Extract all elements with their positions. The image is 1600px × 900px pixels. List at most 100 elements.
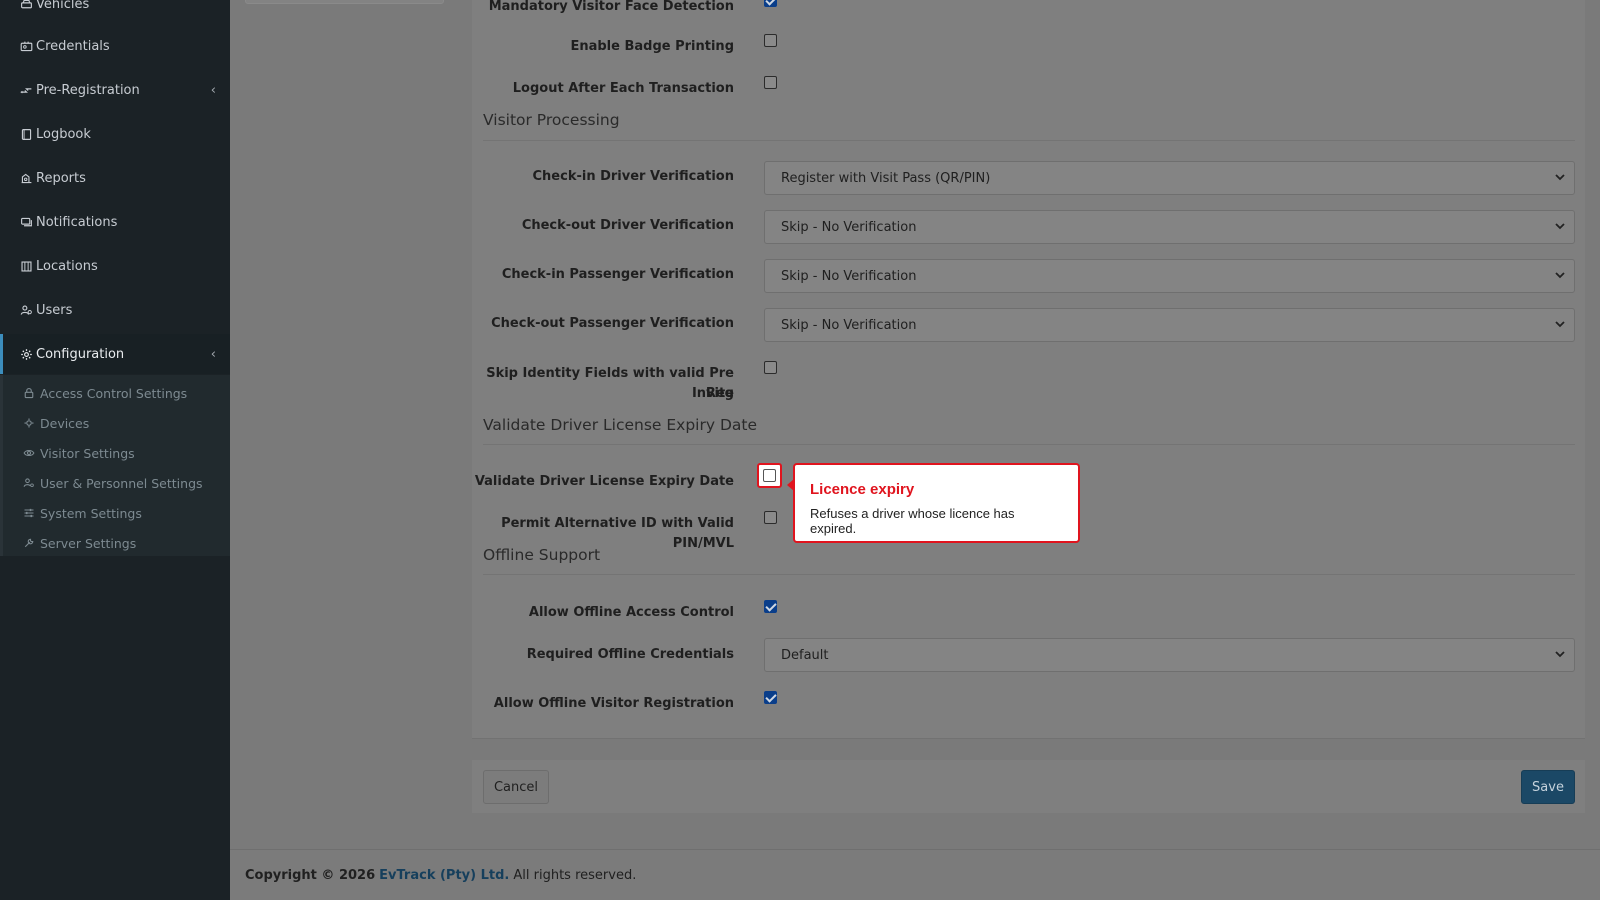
sidebar-item-vehicles[interactable]: Vehicles — [0, 0, 230, 24]
checkout-driver-select[interactable]: Skip - No Verification — [764, 210, 1575, 244]
section-visitor-processing: Visitor Processing — [483, 111, 620, 129]
badge-printing-checkbox[interactable] — [764, 34, 777, 47]
submenu-item-system-settings[interactable]: System Settings — [22, 501, 142, 525]
sidebar-item-label: Locations — [36, 258, 98, 274]
sidebar-item-pre-registration[interactable]: Pre-Registration ‹ — [0, 70, 230, 110]
validate-license-label: Validate Driver License Expiry Date — [474, 474, 734, 489]
exchange-icon — [19, 83, 33, 97]
permit-alt-id-checkbox[interactable] — [764, 511, 777, 524]
lock-icon — [22, 386, 36, 400]
sidebar-item-label: Vehicles — [36, 0, 90, 12]
skip-identity-label-line2: Invite — [691, 386, 734, 401]
sidebar-item-reports[interactable]: Reports — [0, 158, 230, 198]
section-offline-support: Offline Support — [483, 546, 601, 564]
submenu-item-label: Visitor Settings — [40, 445, 135, 461]
validate-license-checkbox-highlight[interactable] — [757, 463, 782, 488]
checkin-driver-value: Register with Visit Pass (QR/PIN) — [781, 170, 991, 186]
sidebar-item-label: Pre-Registration — [36, 82, 140, 98]
copyright-text: Copyright © 2026 — [245, 867, 376, 883]
divider — [483, 574, 1575, 575]
submenu-item-visitor-settings[interactable]: Visitor Settings — [22, 441, 135, 465]
sidebar-item-label: Users — [36, 302, 73, 318]
submenu-item-user-personnel-settings[interactable]: User & Personnel Settings — [22, 471, 203, 495]
submenu-item-access-control-settings[interactable]: Access Control Settings — [22, 381, 187, 405]
sliders-icon — [22, 506, 36, 520]
sidebar-item-label: Reports — [36, 170, 86, 186]
book-icon — [19, 127, 33, 141]
checkout-passenger-label: Check-out Passenger Verification — [491, 316, 734, 331]
checkin-passenger-label: Check-in Passenger Verification — [501, 267, 734, 282]
configuration-submenu: Access Control Settings Devices Visitor … — [0, 375, 230, 556]
gear-icon — [19, 347, 33, 361]
checkout-passenger-select[interactable]: Skip - No Verification — [764, 308, 1575, 342]
sidebar-item-users[interactable]: Users — [0, 290, 230, 330]
device-icon — [22, 416, 36, 430]
allow-offline-access-checkbox[interactable] — [764, 600, 777, 613]
submenu-item-label: Devices — [40, 415, 90, 431]
chevron-down-icon — [1555, 223, 1565, 230]
sidebar-item-label: Configuration — [36, 346, 125, 362]
sidebar-item-notifications[interactable]: Notifications — [0, 202, 230, 242]
checkin-driver-label: Check-in Driver Verification — [532, 169, 735, 184]
logout-label: Logout After Each Transaction — [512, 81, 734, 96]
tooltip-title: Licence expiry — [810, 481, 915, 498]
user-cog-icon — [22, 476, 36, 490]
save-button[interactable]: Save — [1521, 770, 1575, 804]
sidebar-item-configuration[interactable]: Configuration ‹ — [0, 334, 230, 374]
id-card-icon — [19, 39, 33, 53]
tooltip: Licence expiry Refuses a driver whose li… — [787, 463, 1080, 543]
chevron-left-icon: ‹ — [210, 347, 216, 362]
users-icon — [19, 303, 33, 317]
car-icon — [19, 0, 33, 11]
skip-identity-checkbox[interactable] — [764, 361, 777, 374]
building-icon — [19, 259, 33, 273]
checkout-driver-label: Check-out Driver Verification — [521, 218, 734, 233]
mandatory-face-checkbox[interactable] — [764, 0, 777, 7]
eye-icon — [22, 446, 36, 460]
side-card — [245, 0, 444, 4]
checkout-passenger-value: Skip - No Verification — [781, 317, 917, 333]
chart-icon — [19, 171, 33, 185]
submenu-item-label: System Settings — [40, 505, 142, 521]
submenu-item-devices[interactable]: Devices — [22, 411, 89, 435]
validate-license-checkbox[interactable] — [763, 469, 776, 482]
logout-checkbox[interactable] — [764, 76, 777, 89]
sidebar-item-logbook[interactable]: Logbook — [0, 114, 230, 154]
checkin-passenger-value: Skip - No Verification — [781, 268, 917, 284]
sidebar-item-locations[interactable]: Locations — [0, 246, 230, 286]
sidebar-item-label: Credentials — [36, 38, 110, 54]
required-offline-credentials-select[interactable]: Default — [764, 638, 1575, 672]
cancel-button[interactable]: Cancel — [483, 770, 549, 804]
company-link[interactable]: EvTrack (Pty) Ltd. — [379, 868, 509, 883]
message-icon — [19, 215, 33, 229]
tools-icon — [22, 536, 36, 550]
allow-offline-access-label: Allow Offline Access Control — [528, 605, 734, 620]
submenu-item-label: Server Settings — [40, 535, 137, 551]
allow-offline-visitor-label: Allow Offline Visitor Registration — [493, 696, 734, 711]
page-footer: Copyright © 2026 EvTrack (Pty) Ltd. All … — [230, 849, 1600, 900]
submenu-item-label: User & Personnel Settings — [40, 475, 203, 491]
checkout-driver-value: Skip - No Verification — [781, 219, 917, 235]
divider — [483, 444, 1575, 445]
tooltip-body: Refuses a driver whose licence has expir… — [810, 506, 1015, 536]
chevron-down-icon — [1555, 651, 1565, 658]
badge-printing-label: Enable Badge Printing — [570, 39, 734, 54]
submenu-item-server-settings[interactable]: Server Settings — [22, 531, 136, 555]
rights-text: All rights reserved. — [513, 867, 637, 883]
section-validate-license: Validate Driver License Expiry Date — [483, 416, 758, 434]
sidebar: Vehicles Credentials Pre-Registration ‹ … — [0, 0, 230, 900]
sidebar-item-label: Logbook — [36, 126, 91, 142]
chevron-down-icon — [1555, 272, 1565, 279]
chevron-down-icon — [1555, 321, 1565, 328]
checkin-driver-select[interactable]: Register with Visit Pass (QR/PIN) — [764, 161, 1575, 195]
required-offline-credentials-label: Required Offline Credentials — [526, 647, 734, 662]
chevron-down-icon — [1555, 174, 1565, 181]
checkin-passenger-select[interactable]: Skip - No Verification — [764, 259, 1575, 293]
sidebar-item-credentials[interactable]: Credentials — [0, 26, 230, 66]
allow-offline-visitor-checkbox[interactable] — [764, 691, 777, 704]
chevron-left-icon: ‹ — [210, 83, 216, 98]
required-offline-credentials-value: Default — [781, 647, 829, 663]
submenu-item-label: Access Control Settings — [40, 385, 188, 401]
sidebar-item-label: Notifications — [36, 214, 118, 230]
divider — [483, 140, 1575, 141]
